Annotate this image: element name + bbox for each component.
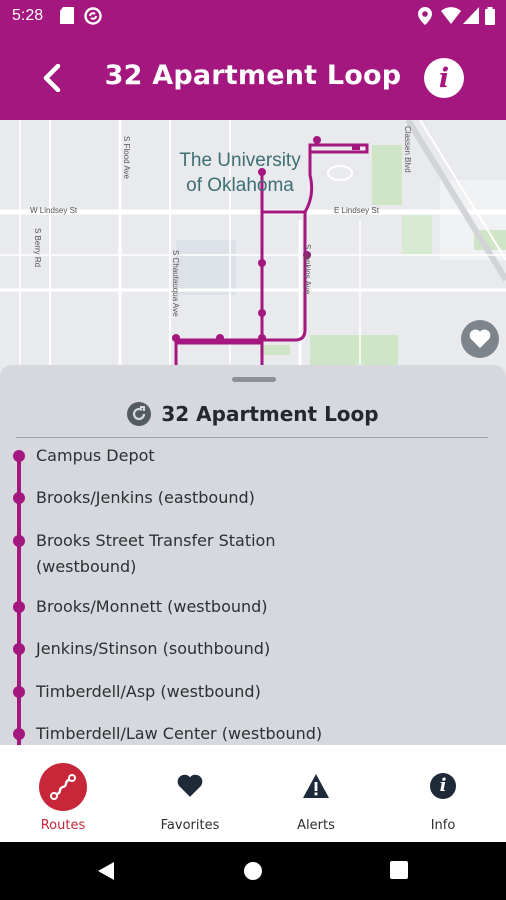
app-bar: 32 Apartment Loop i [0, 34, 506, 120]
stop-name: Timberdell/Asp (westbound) [36, 682, 261, 701]
stop-name: Brooks Street Transfer Station (westboun… [36, 531, 276, 576]
back-nav-icon[interactable] [96, 861, 116, 885]
route-map[interactable]: The University of Oklahoma S Flood Ave W… [0, 120, 506, 380]
info-button[interactable]: i [424, 58, 464, 98]
street-label: S Jenkins Ave [303, 244, 312, 295]
map-label-campus-line1: The University [179, 150, 301, 171]
alert-triangle-icon [293, 763, 339, 809]
stop-dot-icon [13, 686, 25, 698]
home-nav-icon[interactable] [243, 861, 263, 885]
stop-name: Brooks/Jenkins (eastbound) [36, 488, 255, 507]
status-bar: 5:28 [0, 0, 506, 34]
sheet-drag-handle[interactable] [232, 377, 276, 382]
sd-card-icon [60, 7, 74, 28]
street-label: E Lindsey St [334, 206, 379, 215]
info-glyph: i [430, 773, 456, 799]
location-icon [418, 7, 432, 29]
stop-dot-icon [13, 492, 25, 504]
signal-icon [463, 7, 479, 28]
tab-label: Alerts [297, 818, 335, 833]
bottom-nav: Routes Favorites Alerts i Info [0, 745, 506, 842]
divider [16, 437, 488, 438]
stop-dot-icon [13, 728, 25, 740]
tab-alerts[interactable]: Alerts [253, 745, 379, 842]
stop-name: Jenkins/Stinson (southbound) [36, 639, 271, 658]
battery-icon [485, 7, 495, 29]
tab-info[interactable]: i Info [380, 745, 506, 842]
sheet-header: 32 Apartment Loop [0, 401, 506, 427]
route-refresh-icon [127, 402, 152, 426]
tab-label: Favorites [160, 818, 220, 833]
stop-name: Brooks/Monnett (westbound) [36, 597, 268, 616]
street-label: S Chautauqua Ave [171, 250, 180, 317]
stop-name: Timberdell/Law Center (westbound) [36, 724, 323, 743]
map-label-campus-line2: of Oklahoma [186, 175, 294, 196]
routes-icon [39, 763, 87, 811]
stop-dot-icon [13, 450, 25, 462]
stop-dot-icon [13, 601, 25, 613]
map-label-campus: The University of Oklahoma [168, 148, 312, 198]
stop-dot-icon [13, 535, 25, 547]
street-label: S Flood Ave [122, 136, 131, 179]
heart-icon [167, 763, 213, 809]
stop-dot-icon [13, 643, 25, 655]
street-label: Classen Blvd [403, 126, 412, 173]
wifi-icon [441, 7, 461, 28]
recents-nav-icon[interactable] [390, 861, 408, 883]
street-label: S Berry Rd [33, 228, 42, 268]
favorite-route-button[interactable] [461, 320, 499, 358]
stop-name: Campus Depot [36, 446, 155, 465]
system-nav-bar [0, 842, 506, 900]
status-time: 5:28 [12, 7, 44, 24]
heart-icon [469, 329, 491, 349]
tab-favorites[interactable]: Favorites [127, 745, 253, 842]
stops-sheet[interactable]: 32 Apartment Loop Campus Depot Brooks/Je… [0, 365, 506, 745]
info-icon: i [438, 62, 450, 94]
sheet-title: 32 Apartment Loop [161, 402, 379, 426]
street-label: W Lindsey St [30, 206, 78, 215]
tab-label: Info [430, 818, 456, 833]
sync-icon [84, 7, 102, 29]
tab-routes[interactable]: Routes [0, 745, 126, 842]
info-icon: i [420, 763, 466, 809]
tab-label: Routes [40, 818, 86, 833]
